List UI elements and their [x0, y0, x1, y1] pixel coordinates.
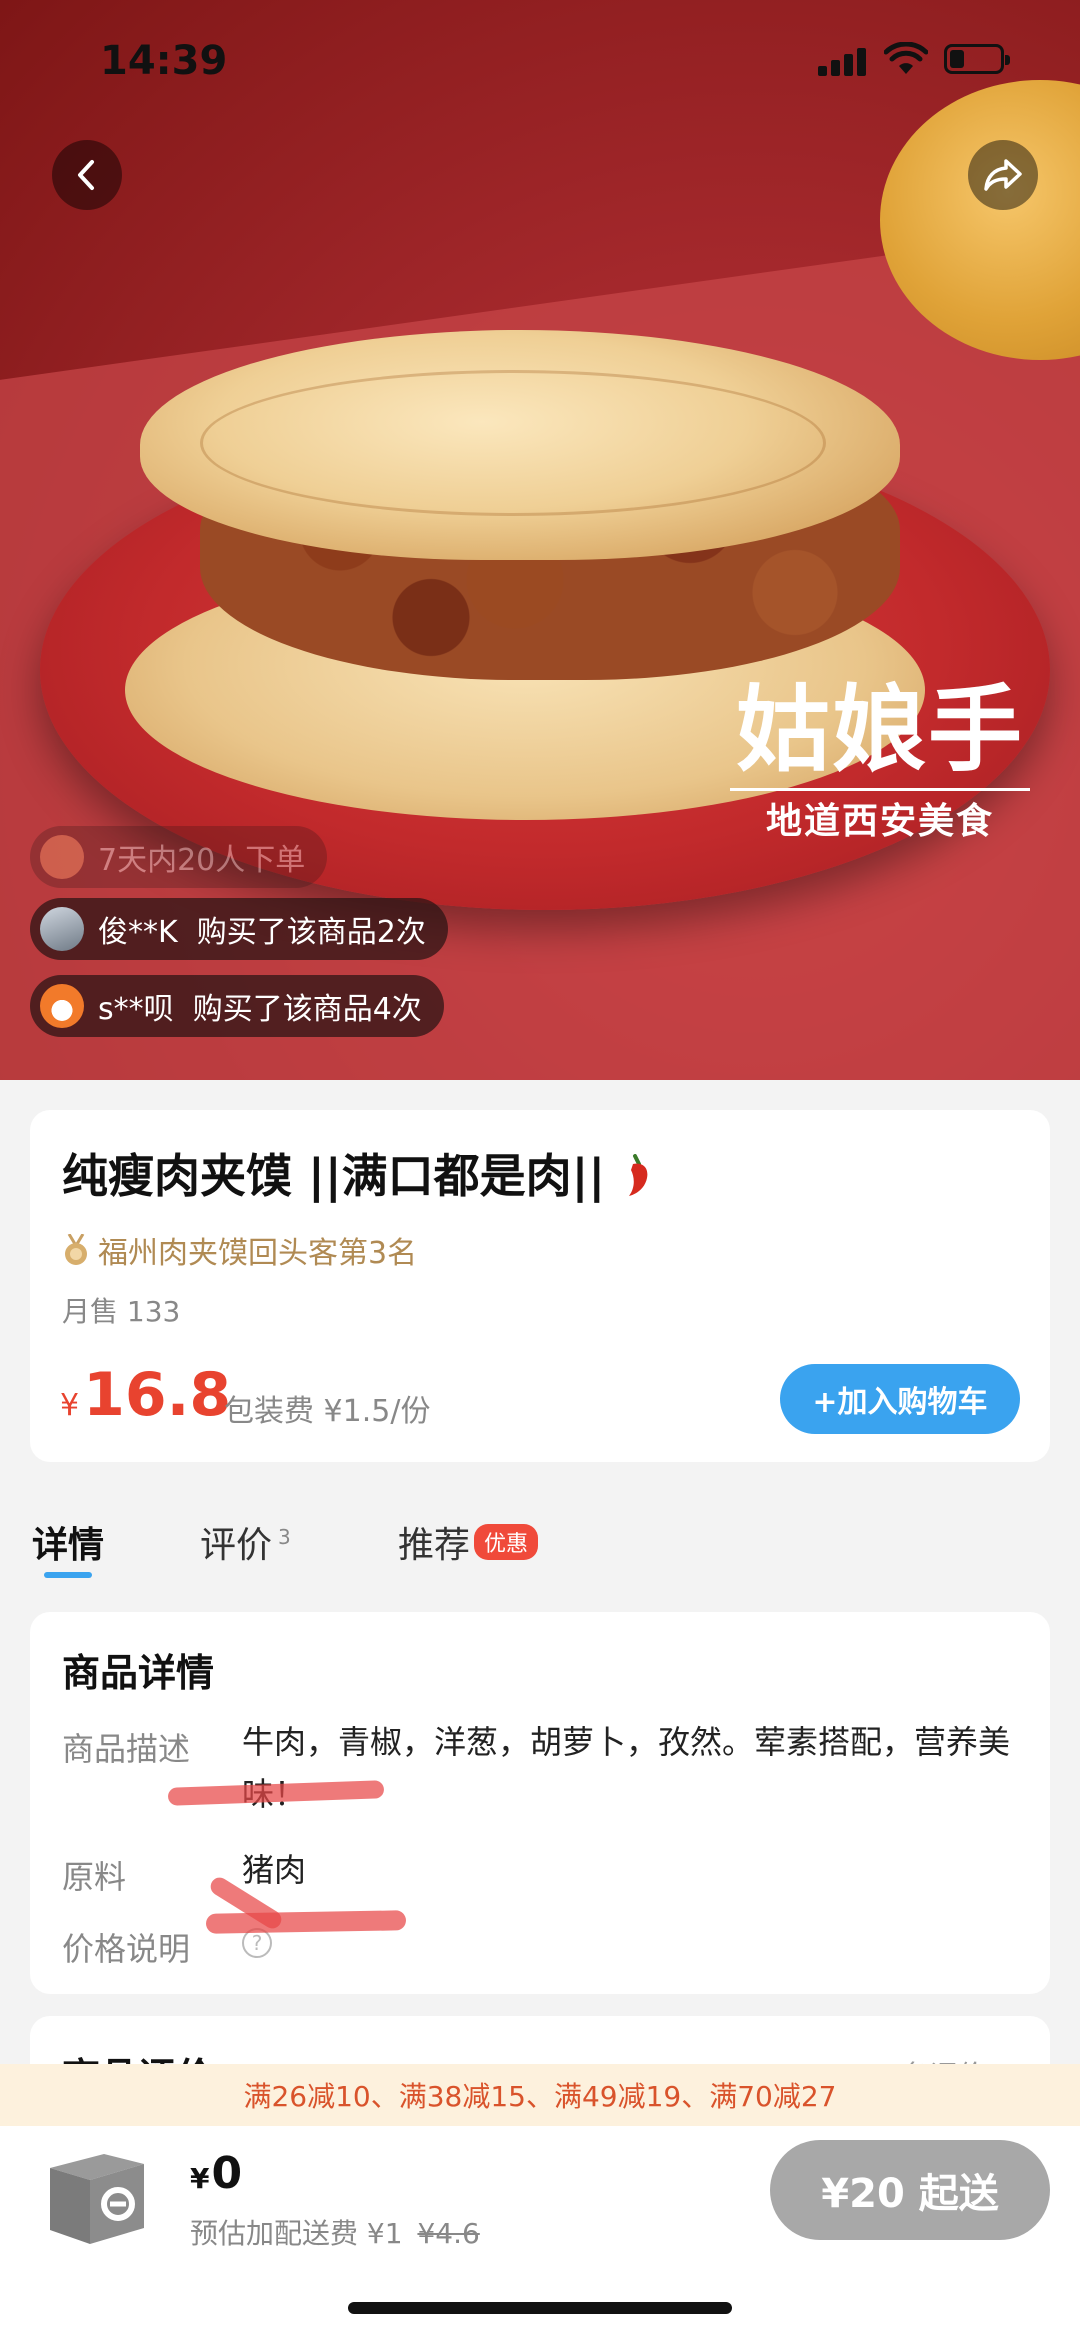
product-info-card: 纯瘦肉夹馍 ||满口都是肉|| 福州肉夹馍回头客第3名 月售 133 ¥ 16.… — [30, 1110, 1050, 1462]
detail-label-price-note: 价格说明 — [62, 1930, 191, 1968]
annotation-mark — [205, 1910, 407, 1934]
product-title: 纯瘦肉夹馍 ||满口都是肉|| — [62, 1140, 655, 1206]
cart-total: ¥ 0 — [190, 2148, 243, 2199]
back-button[interactable] — [52, 140, 122, 210]
rank-badge[interactable]: 福州肉夹馍回头客第3名 — [62, 1228, 417, 1272]
detail-value-description: 牛肉，青椒，洋葱，胡萝卜，孜然。荤素搭配，营养美味！ — [242, 1723, 1011, 1813]
tab-reviews[interactable]: 评价 3 — [200, 1516, 291, 1568]
avatar — [40, 907, 84, 951]
order-icon — [40, 835, 84, 879]
battery-icon — [944, 44, 1010, 74]
delivery-fee-original: ¥4.6 — [417, 2217, 480, 2250]
tab-details[interactable]: 详情 — [32, 1516, 104, 1568]
chevron-left-icon — [78, 160, 94, 190]
detail-tabs: 详情 评价 3 推荐 优惠 — [0, 1500, 1080, 1590]
add-to-cart-button[interactable]: +加入购物车 — [780, 1364, 1020, 1434]
buyer-feed-item: 7天内20人下单 — [30, 826, 328, 888]
buyer-feed-item: s**呗 购买了该商品4次 — [30, 975, 444, 1037]
delivery-fee: 预估加配送费 ¥1 ¥4.6 — [190, 2217, 480, 2250]
tab-active-indicator — [44, 1572, 92, 1578]
details-heading: 商品详情 — [62, 1651, 215, 1695]
checkout-button[interactable]: ¥20 起送 — [770, 2140, 1050, 2240]
buyer-feed-item: 俊**K 购买了该商品2次 — [30, 898, 448, 960]
home-indicator — [348, 2302, 732, 2314]
wifi-icon — [884, 42, 928, 74]
detail-label-ingredients: 原料 — [62, 1858, 127, 1896]
share-button[interactable] — [968, 140, 1038, 210]
product-details-card: 商品详情 商品描述 牛肉，青椒，洋葱，胡萝卜，孜然。荤素搭配，营养美味！ 原料 … — [30, 1612, 1050, 1994]
bun-top — [140, 330, 900, 560]
status-time: 14:39 — [100, 38, 228, 84]
cellular-signal-icon — [818, 46, 868, 76]
tab-recommend[interactable]: 推荐 优惠 — [398, 1516, 539, 1568]
monthly-sales: 月售 133 — [62, 1295, 181, 1328]
status-bar: 14:39 — [0, 0, 1080, 120]
brand-title: 姑娘手 — [735, 675, 1024, 785]
detail-label-description: 商品描述 — [62, 1730, 191, 1768]
avatar — [40, 984, 84, 1028]
discount-badge: 优惠 — [474, 1524, 539, 1560]
share-icon — [984, 159, 1022, 191]
cart-box-icon[interactable] — [42, 2140, 152, 2250]
brand-subtitle: 地道西安美食 — [765, 801, 994, 842]
product-price: ¥ 16.8 — [60, 1360, 232, 1430]
packaging-fee: 包装费 ¥1.5/份 — [224, 1394, 431, 1429]
chili-icon — [629, 1154, 648, 1196]
promo-banner: 满26减10、满38减15、满49减19、满70减27 — [0, 2064, 1080, 2126]
brand-overlay: 姑娘手 地道西安美食 — [720, 680, 1040, 845]
detail-value-ingredients: 猪肉 — [242, 1851, 307, 1889]
medal-icon — [65, 1234, 87, 1265]
